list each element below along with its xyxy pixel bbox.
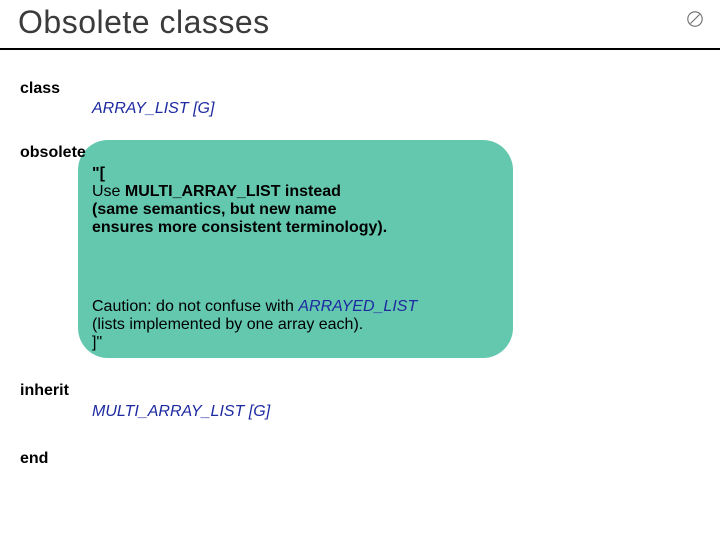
obs-line2: (same semantics, but new name <box>92 201 522 219</box>
class-close-bracket: ] <box>210 100 214 117</box>
obs-line1-a: Use <box>92 183 125 200</box>
inherit-open-bracket: [ <box>244 403 253 420</box>
inherit-name-line: MULTI_ARRAY_LIST [G] <box>92 403 270 421</box>
obs-close: ]" <box>92 334 532 352</box>
title-underline <box>0 48 720 50</box>
inherit-close-bracket: ] <box>266 403 270 420</box>
kw-obsolete-text: obsolete <box>20 144 86 161</box>
inherit-param: G <box>253 403 265 420</box>
obs-line3: ensures more consistent terminology). <box>92 219 522 237</box>
page-title: Obsolete classes <box>18 4 270 41</box>
obs-caution-line1: Caution: do not confuse with ARRAYED_LIS… <box>92 298 532 316</box>
obs-caution-c: (lists implemented by one array each). <box>92 316 532 334</box>
class-open-bracket: [ <box>189 100 198 117</box>
keyword-obsolete: obsolete <box>20 144 86 162</box>
obsolete-message-body: "[ Use MULTI_ARRAY_LIST instead (same se… <box>92 165 522 237</box>
slide: Obsolete classes class ARRAY_LIST [G] ob… <box>0 0 720 540</box>
obs-open: "[ <box>92 165 522 183</box>
obs-line1-b: MULTI_ARRAY_LIST <box>125 183 281 200</box>
class-name-line: ARRAY_LIST [G] <box>92 100 214 118</box>
kw-end-text: end <box>20 450 48 467</box>
obs-line1-c: instead <box>280 183 340 200</box>
circle-slash-icon <box>686 10 704 28</box>
class-param: G <box>198 100 210 117</box>
obs-line1: Use MULTI_ARRAY_LIST instead <box>92 183 522 201</box>
kw-inherit-text: inherit <box>20 382 69 399</box>
kw-class-text: class <box>20 80 60 97</box>
obs-caution-b: ARRAYED_LIST <box>298 298 417 315</box>
inherit-name: MULTI_ARRAY_LIST <box>92 403 244 420</box>
obsolete-caution: Caution: do not confuse with ARRAYED_LIS… <box>92 298 532 352</box>
keyword-class: class <box>20 80 60 98</box>
obs-caution-a: Caution: do not confuse with <box>92 298 298 315</box>
keyword-inherit: inherit <box>20 382 69 400</box>
class-name: ARRAY_LIST <box>92 100 189 117</box>
keyword-end: end <box>20 450 48 468</box>
